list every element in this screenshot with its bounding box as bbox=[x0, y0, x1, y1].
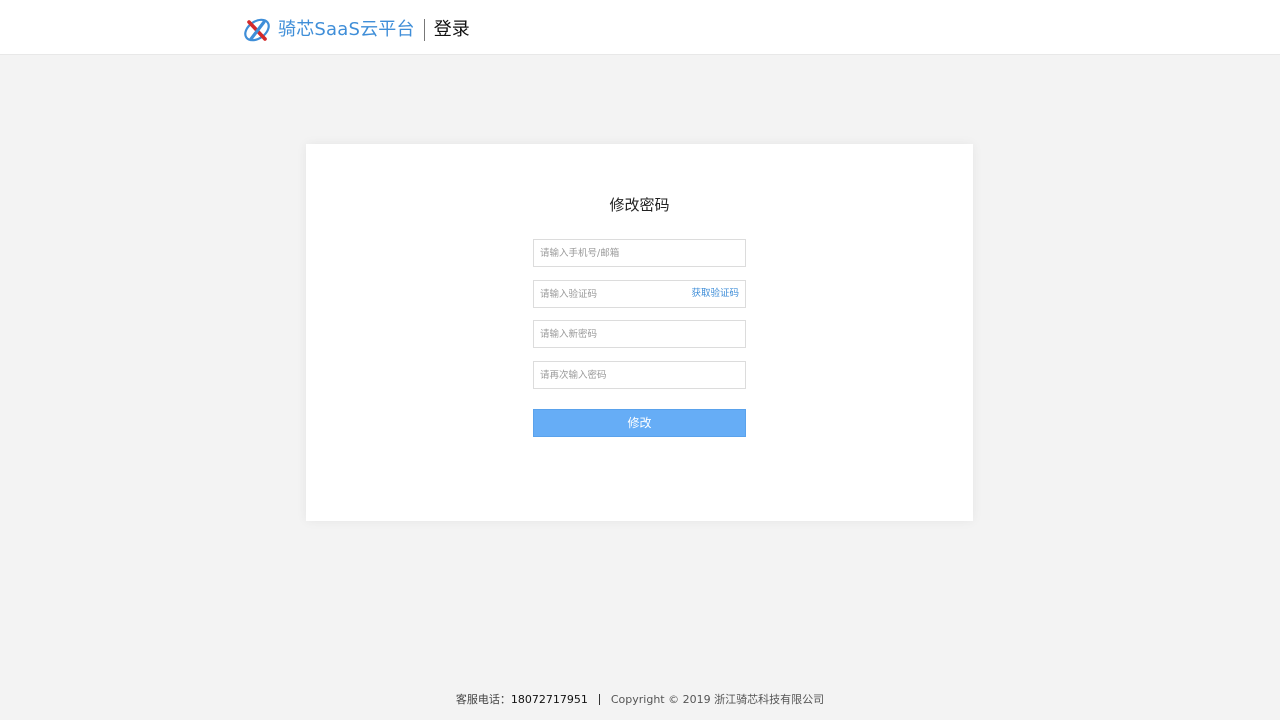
account-input[interactable] bbox=[534, 240, 745, 266]
reset-password-card: 修改密码 获取验证码 修改 bbox=[306, 144, 973, 521]
header-divider bbox=[423, 19, 425, 41]
confirm-password-input[interactable] bbox=[534, 362, 745, 388]
footer: 客服电话： 18072717951 Copyright © 2019 浙江骑芯科… bbox=[0, 690, 1280, 708]
copyright-text: Copyright © 2019 浙江骑芯科技有限公司 bbox=[610, 693, 825, 706]
phone-number: 18072717951 bbox=[510, 692, 588, 706]
phone-label: 客服电话： bbox=[455, 693, 511, 706]
top-header: 骑芯SaaS云平台 登录 bbox=[0, 0, 1280, 55]
code-field-wrapper: 获取验证码 bbox=[533, 280, 746, 308]
brand-name: 骑芯SaaS云平台 bbox=[278, 19, 415, 40]
form-title: 修改密码 bbox=[609, 196, 670, 214]
confirm-password-field-wrapper bbox=[533, 361, 746, 389]
account-field-wrapper bbox=[533, 239, 746, 267]
get-code-button[interactable]: 获取验证码 bbox=[691, 281, 739, 307]
new-password-input[interactable] bbox=[534, 321, 745, 347]
logo-area[interactable]: 骑芯SaaS云平台 登录 bbox=[242, 15, 470, 45]
submit-button[interactable]: 修改 bbox=[533, 409, 746, 437]
footer-divider bbox=[598, 693, 600, 705]
x-orbit-logo-icon bbox=[244, 18, 270, 42]
new-password-field-wrapper bbox=[533, 320, 746, 348]
verification-code-input[interactable] bbox=[534, 281, 679, 307]
header-title[interactable]: 登录 bbox=[434, 15, 470, 45]
